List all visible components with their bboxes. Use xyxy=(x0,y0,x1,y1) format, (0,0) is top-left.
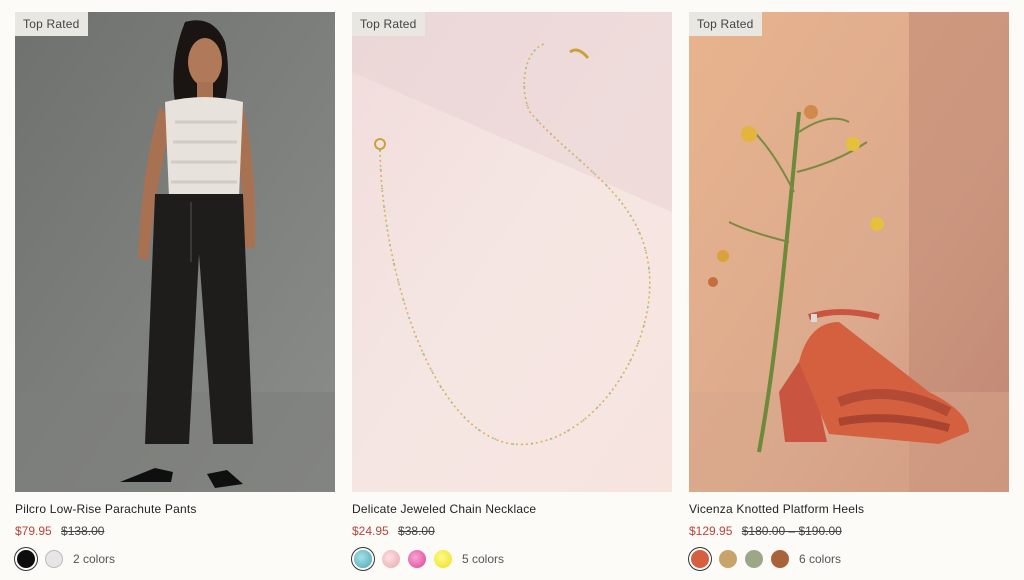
product-image[interactable]: Top Rated xyxy=(352,12,672,492)
product-card[interactable]: Top Rated Pilcro Low-Rise Parachute Pant… xyxy=(15,12,335,568)
color-swatch-tan[interactable] xyxy=(719,550,737,568)
color-swatch-sage[interactable] xyxy=(745,550,763,568)
sale-price: $129.95 xyxy=(689,524,733,538)
product-price: $129.95 $180.00 – $190.00 xyxy=(689,524,1009,538)
original-price: $180.00 – $190.00 xyxy=(741,524,842,538)
color-swatch-coral[interactable] xyxy=(691,550,709,568)
product-image[interactable]: Top Rated xyxy=(15,12,335,492)
sale-price: $24.95 xyxy=(352,524,389,538)
product-grid: Top Rated Pilcro Low-Rise Parachute Pant… xyxy=(0,0,1024,580)
color-swatch-pink[interactable] xyxy=(382,550,400,568)
product-price: $79.95 $138.00 xyxy=(15,524,335,538)
color-swatch-light-gray[interactable] xyxy=(45,550,63,568)
color-swatches: 2 colors xyxy=(15,550,335,568)
color-swatch-black[interactable] xyxy=(17,550,35,568)
top-rated-badge: Top Rated xyxy=(352,12,425,36)
original-price: $138.00 xyxy=(61,524,105,538)
color-swatches: 5 colors xyxy=(352,550,672,568)
product-name[interactable]: Vicenza Knotted Platform Heels xyxy=(689,502,1009,516)
product-name[interactable]: Pilcro Low-Rise Parachute Pants xyxy=(15,502,335,516)
top-rated-badge: Top Rated xyxy=(15,12,88,36)
original-price: $38.00 xyxy=(398,524,435,538)
colors-count-link[interactable]: 2 colors xyxy=(73,552,115,566)
color-swatch-magenta[interactable] xyxy=(408,550,426,568)
colors-count-link[interactable]: 6 colors xyxy=(799,552,841,566)
product-photo-heels xyxy=(689,12,1009,492)
product-name[interactable]: Delicate Jeweled Chain Necklace xyxy=(352,502,672,516)
product-image[interactable]: Top Rated xyxy=(689,12,1009,492)
product-photo-necklace xyxy=(352,12,672,492)
top-rated-badge: Top Rated xyxy=(689,12,762,36)
product-card[interactable]: Top Rated Vicenza Knotted Platform Heels… xyxy=(689,12,1009,568)
color-swatch-turquoise[interactable] xyxy=(354,550,372,568)
product-price: $24.95 $38.00 xyxy=(352,524,672,538)
sale-price: $79.95 xyxy=(15,524,52,538)
product-card[interactable]: Top Rated Delicate Jeweled Chain Necklac… xyxy=(352,12,672,568)
color-swatches: 6 colors xyxy=(689,550,1009,568)
color-swatch-cognac[interactable] xyxy=(771,550,789,568)
color-swatch-yellow[interactable] xyxy=(434,550,452,568)
colors-count-link[interactable]: 5 colors xyxy=(462,552,504,566)
product-photo-pants xyxy=(15,12,335,492)
